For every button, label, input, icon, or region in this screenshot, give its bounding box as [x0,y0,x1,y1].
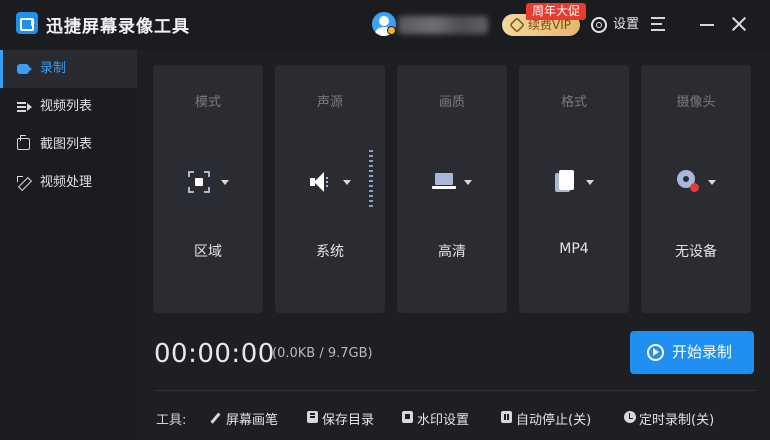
video-list-icon [17,100,32,114]
speaker-icon [310,172,334,192]
sidebar: 录制 视频列表 截图列表 视频处理 [0,50,137,440]
card-value: 系统 [316,244,344,260]
start-recording-button[interactable]: 开始录制 [630,331,754,374]
folder-save-icon [307,411,318,423]
sidebar-item-label: 视频列表 [40,99,93,114]
quality-card[interactable]: 画质 高清 [397,65,507,313]
play-icon [647,344,664,361]
clock-icon [624,411,636,423]
card-value: MP4 [559,241,589,257]
sidebar-item-label: 截图列表 [40,137,93,152]
pen-icon [210,412,221,424]
app-title: 迅捷屏幕录像工具 [46,17,190,37]
gear-icon [591,17,607,33]
menu-icon-line [651,23,662,25]
tool-label: 自动停止(关) [516,413,592,428]
sidebar-item-video-edit[interactable]: 视频处理 [0,164,137,202]
tools-label: 工具: [156,413,187,428]
menu-icon [651,17,665,19]
auto-stop-icon [501,411,512,423]
webcam-card[interactable]: 摄像头 无设备 [641,65,751,313]
laptop-icon [432,173,456,191]
video-camera-icon [17,64,32,74]
app-logo-icon [16,12,38,34]
watermark-tool[interactable]: 水印设置 [402,409,469,428]
chevron-down-icon [708,180,716,185]
card-value: 高清 [438,244,466,260]
card-title: 格式 [560,95,587,110]
divider [154,390,756,391]
card-value: 区域 [194,244,222,260]
settings-button[interactable]: 设置 [591,14,639,36]
card-value: 无设备 [675,244,717,260]
file-size-info: (0.0KB / 9.7GB) [272,346,373,361]
chevron-down-icon [221,180,229,185]
renew-vip-label: 续费VIP [528,18,571,32]
mode-card[interactable]: 模式 区域 [153,65,263,313]
sidebar-item-label: 录制 [40,61,67,76]
promo-badge: 周年大促 [526,3,587,20]
screenshot-list-icon [17,135,30,150]
format-card[interactable]: 格式 MP4 [519,65,629,313]
tool-label: 定时录制(关) [639,413,715,428]
save-folder-tool[interactable]: 保存目录 [307,409,374,428]
sidebar-item-video-list[interactable]: 视频列表 [0,88,137,126]
disabled-icon [690,183,699,192]
quality-selector[interactable] [397,169,507,195]
title-bar: 迅捷屏幕录像工具 续费VIP 周年大促 设置 [0,0,770,50]
settings-label: 设置 [613,17,640,32]
tool-label: 保存目录 [322,413,375,428]
auto-stop-tool[interactable]: 自动停止(关) [501,409,591,428]
scheduled-record-tool[interactable]: 定时录制(关) [624,409,714,428]
user-name-blurred[interactable] [398,16,488,34]
screen-pen-tool[interactable]: 屏幕画笔 [210,409,279,428]
chevron-down-icon [586,180,594,185]
tool-label: 水印设置 [417,413,470,428]
mode-selector[interactable] [153,169,263,195]
start-recording-label: 开始录制 [672,343,733,361]
vip-badge-icon [387,26,396,35]
diamond-icon [509,17,525,33]
webcam-selector[interactable] [641,169,751,195]
card-title: 模式 [194,95,221,110]
region-select-icon [188,171,210,193]
minimize-button[interactable] [700,24,714,26]
sidebar-item-label: 视频处理 [40,175,93,190]
volume-meter[interactable] [369,150,373,208]
chevron-down-icon [343,180,351,185]
file-icon [555,170,575,194]
card-title: 摄像头 [676,95,716,110]
menu-button[interactable] [651,17,667,31]
sidebar-item-screenshot-list[interactable]: 截图列表 [0,126,137,164]
video-edit-icon [17,176,31,190]
chevron-down-icon [464,180,472,185]
close-button[interactable] [731,16,747,32]
menu-icon-line [651,29,665,31]
sidebar-item-record[interactable]: 录制 [0,50,137,88]
card-title: 画质 [438,95,465,110]
format-selector[interactable] [519,169,629,195]
card-title: 声源 [316,95,343,110]
watermark-icon [402,411,413,423]
tool-label: 屏幕画笔 [226,413,279,428]
recording-timer: 00:00:00 [154,339,275,369]
